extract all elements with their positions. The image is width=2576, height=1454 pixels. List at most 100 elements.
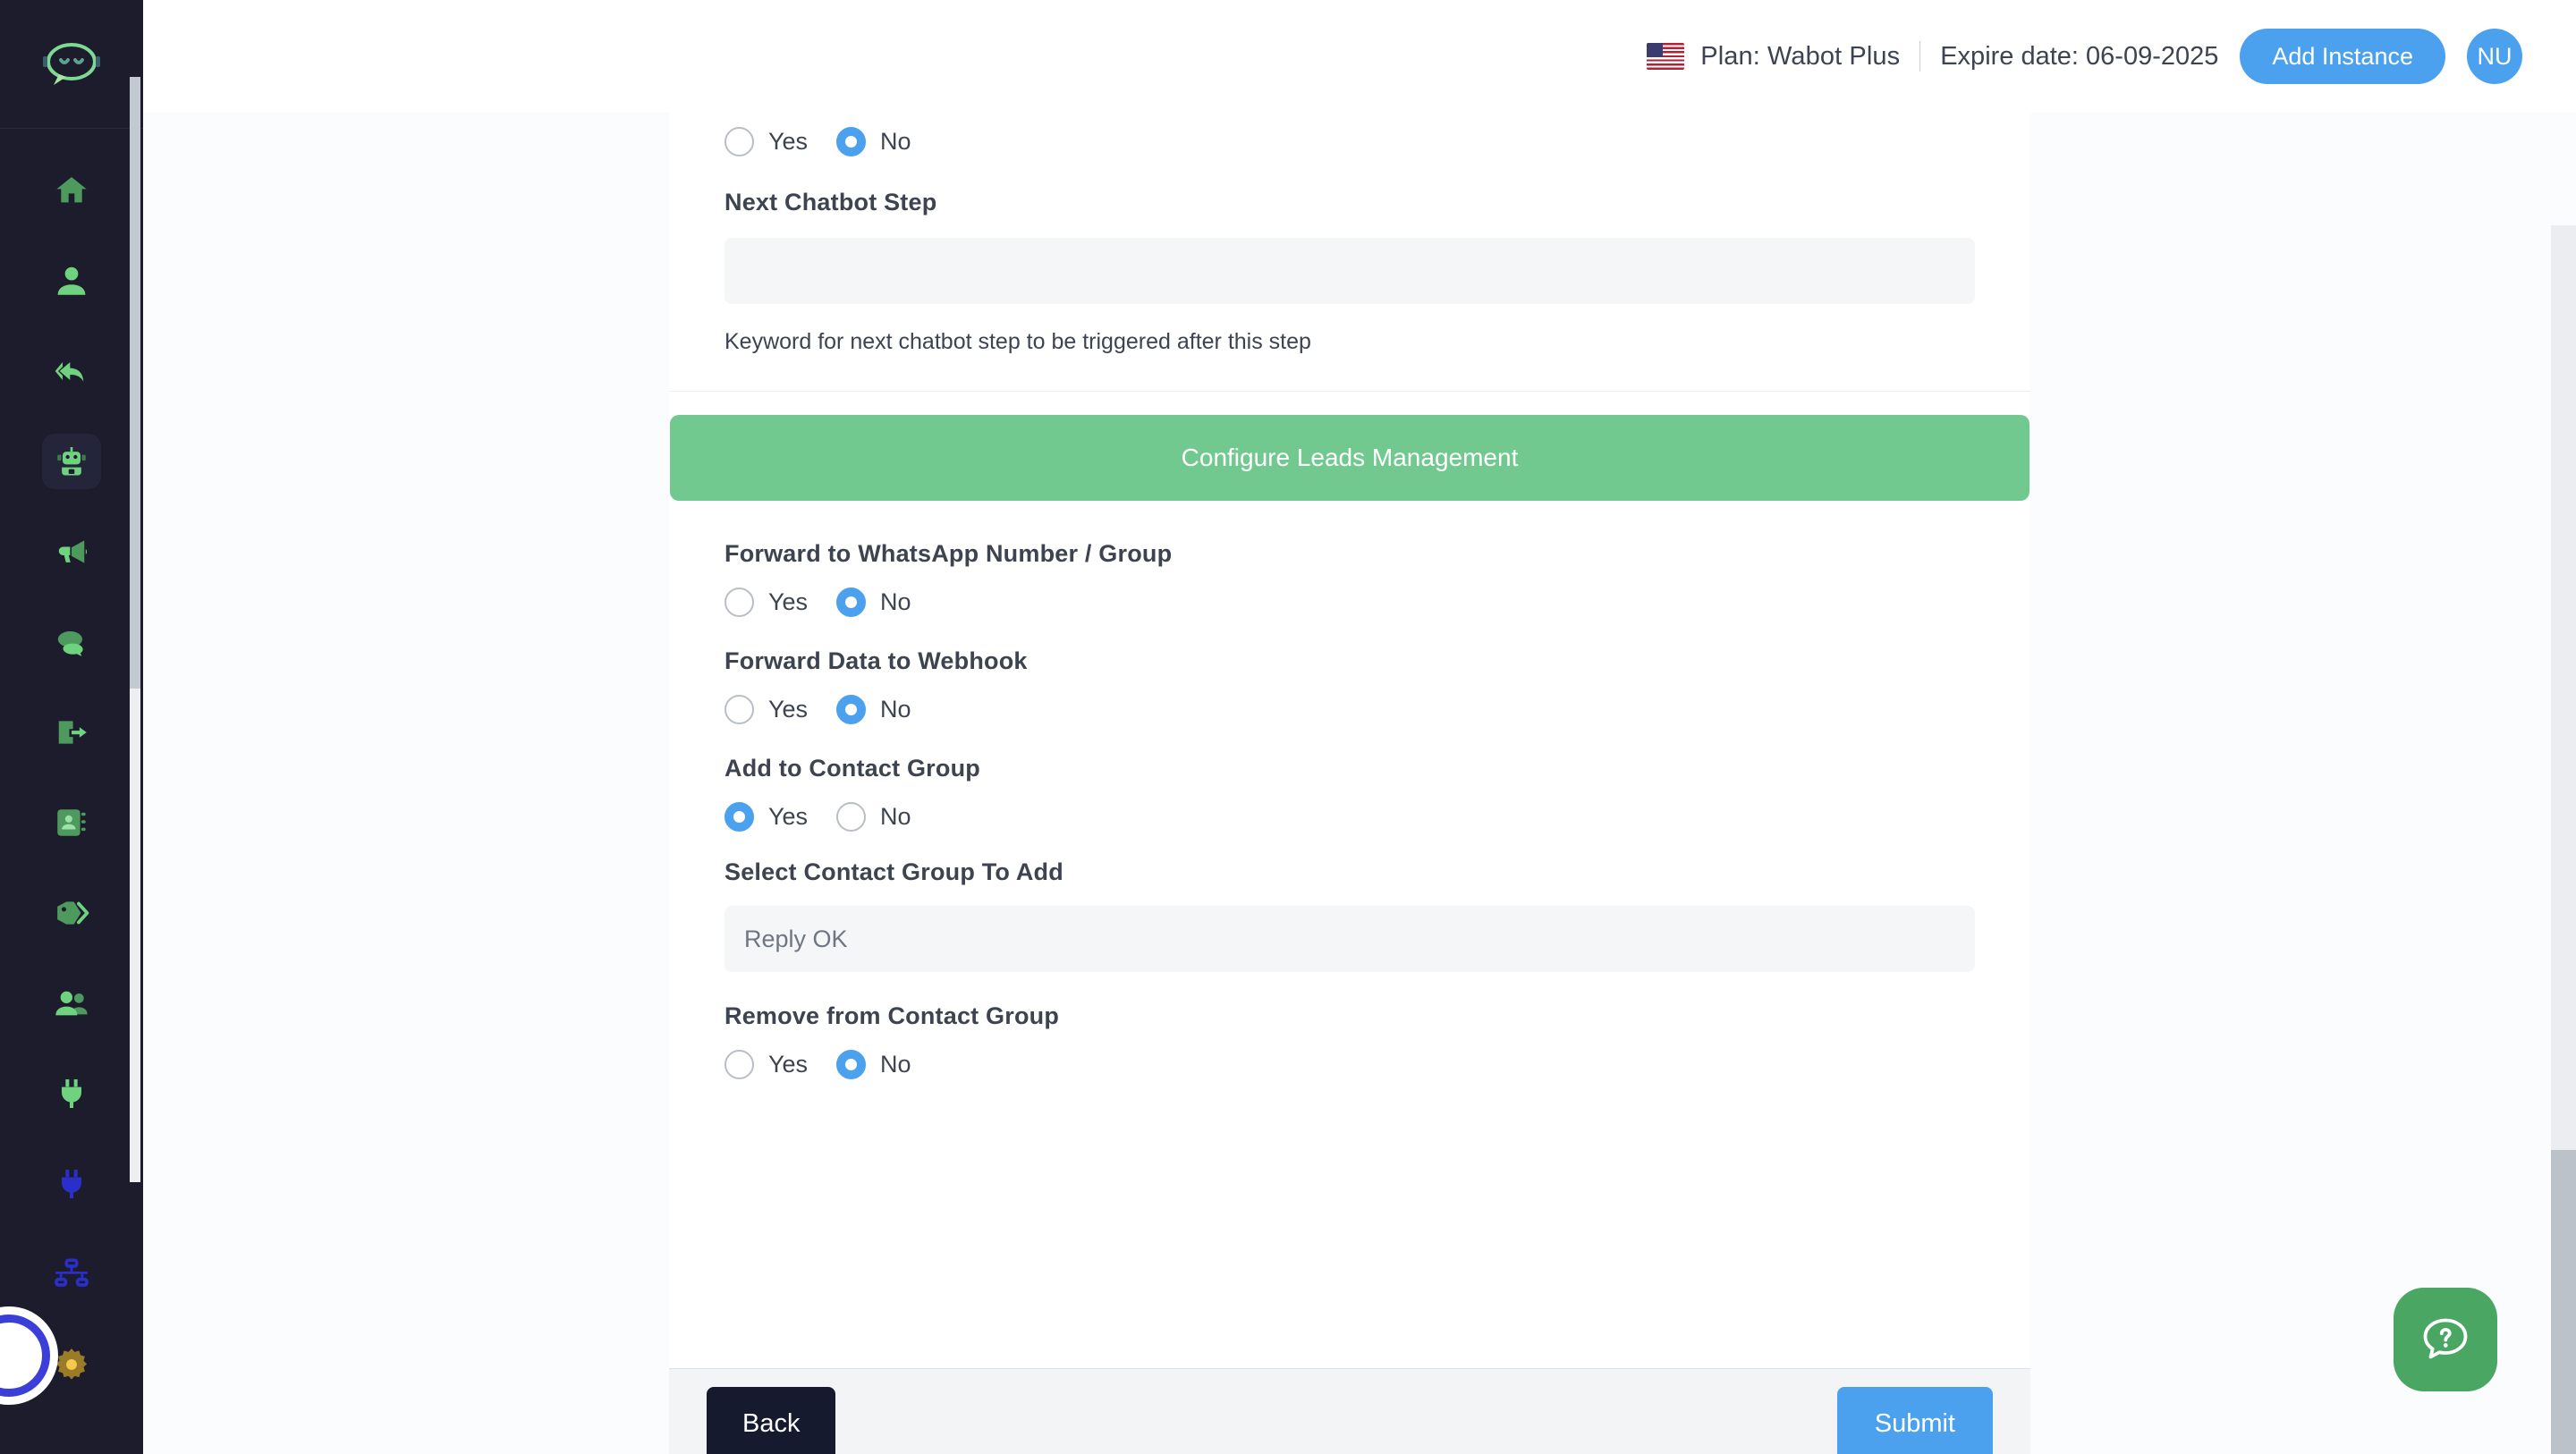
select-contact-group-dropdown[interactable]: Reply OK — [724, 906, 1975, 972]
next-step-label: Next Chatbot Step — [724, 189, 937, 216]
forward-to-whatsapp-label: Forward to WhatsApp Number / Group — [724, 540, 1173, 567]
plan-label: Plan: Wabot Plus — [1700, 41, 1901, 71]
us-flag-icon — [1647, 43, 1685, 70]
remove-from-contact-group-radios[interactable]: Yes No — [724, 1050, 1975, 1079]
forward-to-whatsapp-yes[interactable]: Yes — [724, 588, 808, 617]
forward-to-webhook-yes[interactable]: Yes — [724, 695, 808, 724]
forward-to-whatsapp-no[interactable]: No — [836, 588, 911, 617]
remove-from-contact-group-no[interactable]: No — [836, 1050, 911, 1079]
top-radio-yes[interactable]: Yes — [724, 127, 808, 156]
top-radio-yes-label: Yes — [768, 128, 809, 155]
sidebar-item-auto-reply[interactable] — [0, 325, 143, 416]
user-icon — [57, 266, 86, 295]
sidebar-logo[interactable] — [0, 0, 143, 129]
app-root: Plan: Wabot Plus Expire date: 06-09-2025… — [0, 0, 2576, 1454]
next-step-helper: Keyword for next chatbot step to be trig… — [724, 329, 1311, 354]
sidebar-item-integration[interactable] — [0, 1138, 143, 1229]
forward-to-webhook-radios[interactable]: Yes No — [724, 695, 1975, 724]
add-to-contact-group-no[interactable]: No — [836, 802, 911, 832]
top-radio-no-label: No — [880, 128, 911, 155]
chatbot-step-card: Yes No Next Chatbot Step Keyword for nex… — [669, 113, 2030, 1368]
page-scrollbar-thumb[interactable] — [2551, 1150, 2576, 1454]
export-icon — [58, 720, 87, 744]
submit-button[interactable]: Submit — [1836, 1386, 1993, 1454]
radio-circle-no — [836, 802, 867, 832]
radio-circle-no — [836, 127, 867, 156]
top-header: Plan: Wabot Plus Expire date: 06-09-2025… — [143, 0, 2576, 113]
form-action-bar: Back Submit — [669, 1368, 2030, 1454]
remove-from-contact-group-yes[interactable]: Yes — [724, 1050, 808, 1079]
configure-leads-management-header: Configure Leads Management — [670, 415, 2029, 501]
add-instance-button[interactable]: Add Instance — [2240, 29, 2445, 84]
help-chat-button[interactable] — [2394, 1288, 2497, 1391]
next-step-section: Next Chatbot Step Keyword for next chatb… — [669, 189, 2030, 355]
top-radio-group[interactable]: Yes No — [724, 113, 1975, 156]
radio-circle-no — [836, 695, 867, 724]
next-chatbot-step-input[interactable] — [724, 238, 1975, 304]
sidebar-item-groups[interactable] — [0, 958, 143, 1048]
sidebar — [0, 0, 143, 1454]
home-icon — [56, 176, 87, 202]
sidebar-scrollbar-thumb[interactable] — [130, 77, 140, 689]
sidebar-item-chats[interactable] — [0, 596, 143, 687]
users-group-icon — [55, 991, 88, 1015]
add-to-contact-group-no-label: No — [880, 803, 911, 830]
tag-icon — [57, 900, 89, 925]
radio-circle-yes — [724, 588, 754, 617]
megaphone-icon — [58, 539, 88, 563]
forward-to-whatsapp-yes-label: Yes — [768, 588, 809, 615]
plug-green-icon — [62, 1078, 81, 1108]
forward-to-webhook-label: Forward Data to Webhook — [724, 647, 1028, 674]
help-chat-icon — [2423, 1318, 2468, 1359]
main-content: Yes No Next Chatbot Step Keyword for nex… — [143, 113, 2576, 1454]
header-divider — [1919, 41, 1921, 72]
remove-from-contact-group-no-label: No — [880, 1051, 911, 1078]
add-to-contact-group-yes[interactable]: Yes — [724, 802, 808, 832]
top-radio-section: Yes No — [669, 113, 2030, 156]
forward-to-webhook-group: Forward Data to Webhook Yes No — [724, 647, 1975, 724]
sidebar-item-flow[interactable] — [0, 1229, 143, 1319]
plug-blue-icon — [62, 1169, 81, 1198]
add-to-contact-group-label: Add to Contact Group — [724, 755, 980, 782]
forward-to-webhook-yes-label: Yes — [768, 696, 809, 723]
add-to-contact-group-radios[interactable]: Yes No — [724, 802, 1975, 832]
avatar[interactable]: NU — [2467, 29, 2522, 84]
forward-to-whatsapp-group: Forward to WhatsApp Number / Group Yes N… — [724, 540, 1975, 617]
top-radio-no[interactable]: No — [836, 127, 911, 156]
contact-book-icon — [57, 808, 86, 836]
reply-arrow-icon — [55, 361, 84, 382]
select-contact-group-label: Select Contact Group To Add — [724, 858, 1063, 885]
gear-icon — [55, 1348, 88, 1379]
robot-icon — [57, 446, 86, 475]
sidebar-item-export[interactable] — [0, 687, 143, 777]
chat-icon — [57, 630, 83, 656]
select-contact-group-section: Select Contact Group To Add Reply OK — [724, 858, 1975, 972]
leads-section-header-wrap: Configure Leads Management — [669, 392, 2030, 501]
sidebar-item-tags[interactable] — [0, 867, 143, 958]
forward-to-whatsapp-radios[interactable]: Yes No — [724, 588, 1975, 617]
add-to-contact-group-group: Add to Contact Group Yes No — [724, 755, 1975, 832]
chat-bubble-logo-icon — [43, 42, 100, 85]
forward-to-webhook-no[interactable]: No — [836, 695, 911, 724]
back-button[interactable]: Back — [707, 1386, 836, 1454]
remove-from-contact-group-section: Remove from Contact Group Yes No — [724, 1002, 1975, 1079]
remove-from-contact-group-label: Remove from Contact Group — [724, 1002, 1060, 1029]
sidebar-item-chatbot[interactable] — [0, 416, 143, 506]
leads-groups: Forward to WhatsApp Number / Group Yes N… — [669, 540, 2030, 1079]
sitemap-icon — [55, 1257, 89, 1287]
expire-date-label: Expire date: 06-09-2025 — [1940, 41, 2219, 71]
radio-circle-no — [836, 1050, 867, 1079]
sidebar-item-profile[interactable] — [0, 235, 143, 325]
add-to-contact-group-yes-label: Yes — [768, 803, 809, 830]
radio-circle-yes — [724, 695, 754, 724]
sidebar-item-home[interactable] — [0, 145, 143, 235]
forward-to-whatsapp-no-label: No — [880, 588, 911, 615]
sidebar-item-campaigns[interactable] — [0, 506, 143, 596]
sidebar-item-api[interactable] — [0, 1048, 143, 1138]
remove-from-contact-group-yes-label: Yes — [768, 1051, 809, 1078]
radio-circle-yes — [724, 1050, 754, 1079]
radio-circle-no — [836, 588, 867, 617]
radio-circle-yes — [724, 127, 754, 156]
forward-to-webhook-no-label: No — [880, 696, 911, 723]
sidebar-item-contacts[interactable] — [0, 777, 143, 867]
